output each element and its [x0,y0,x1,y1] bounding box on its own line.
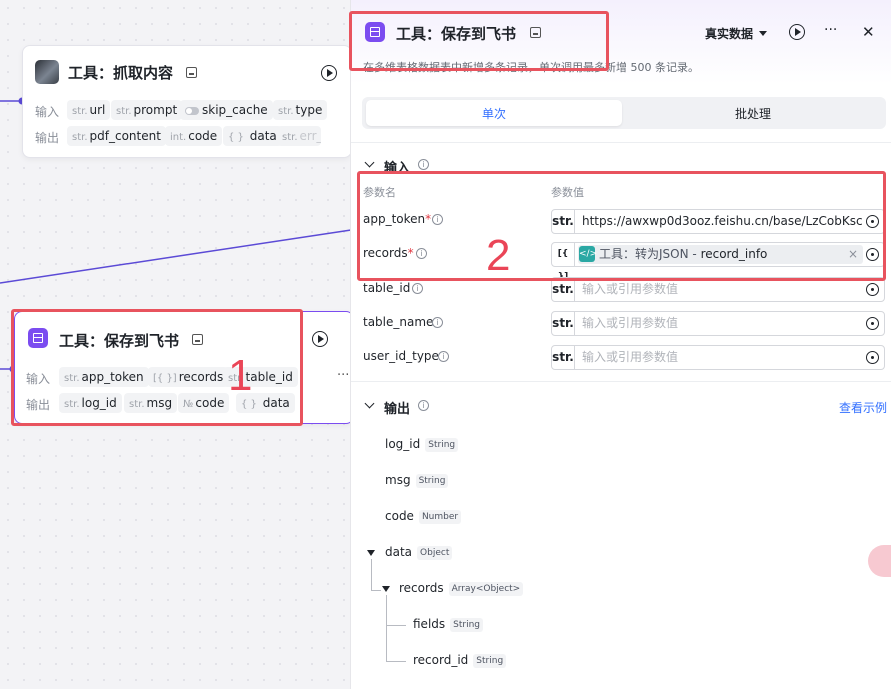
toggle-icon [185,106,199,115]
tree-line [386,595,387,662]
tree-line [371,590,381,591]
data-mode-select[interactable]: 真实数据 [705,25,753,42]
output-item: data Object [385,545,453,560]
target-icon[interactable] [866,351,879,364]
output-item: code Number [385,509,462,524]
expand-triangle-icon[interactable] [382,586,390,592]
divider [351,142,891,143]
param-name: table_id [363,281,411,295]
annotation-number: 1 [228,351,253,400]
param-tag: skip_cache [180,100,273,120]
save-icon [186,67,197,78]
annotation-box [11,309,303,426]
param-tag: str.err_r [277,126,321,146]
output-item: record_id String [413,653,507,668]
close-icon[interactable]: ✕ [862,23,875,41]
tool-thumbnail-icon [35,60,59,84]
expand-triangle-icon[interactable] [367,550,375,556]
user-id-type-field[interactable]: str. 输入或引用参数值 [551,345,885,370]
param-tag: str. prompt [111,100,183,120]
tab-single-label: 单次 [482,107,507,121]
info-icon: i [412,283,423,294]
output-label: 输出 [35,131,60,145]
input-label: 输入 [35,105,60,119]
annotation-box [349,11,609,71]
view-example-link[interactable]: 查看示例 [839,399,887,416]
param-name: user_id_type [363,349,439,363]
output-item: fields String [413,617,484,632]
param-name: table_name [363,315,434,329]
annotation-number: 2 [486,231,511,280]
info-icon: i [418,400,429,411]
output-item: msg String [385,473,449,488]
run-icon[interactable] [321,65,337,81]
tab-batch-label[interactable]: 批处理 [735,105,771,122]
output-section-title: 输出 [384,402,411,417]
info-icon: i [418,159,429,170]
more-button[interactable]: ··· [337,368,349,383]
target-icon[interactable] [866,283,879,296]
tree-line [386,661,406,662]
param-tag: int. code [165,126,223,146]
param-tag: str. type [273,100,328,120]
divider [351,381,891,382]
table-name-field[interactable]: str. 输入或引用参数值 [551,311,885,336]
tree-line [386,625,406,626]
output-item: records Array<Object> [399,581,524,596]
node-title: 工具：抓取内容 [68,64,174,82]
param-tag: str. url [67,100,111,120]
param-tag: { } data [223,126,282,146]
more-button[interactable]: ··· [824,22,837,38]
node-fetch-content[interactable]: 工具：抓取内容 输入 str. url str. prompt skip_cache… [22,45,352,158]
info-icon: i [432,317,443,328]
info-icon: i [438,351,449,362]
param-tag: str. pdf_content [67,126,166,146]
chevron-down-icon[interactable] [759,31,767,36]
run-icon[interactable] [789,24,805,40]
output-item: log_id String [385,437,459,452]
run-icon[interactable] [312,331,328,347]
annotation-box [357,171,886,281]
target-icon[interactable] [866,317,879,330]
tree-line [371,559,372,590]
